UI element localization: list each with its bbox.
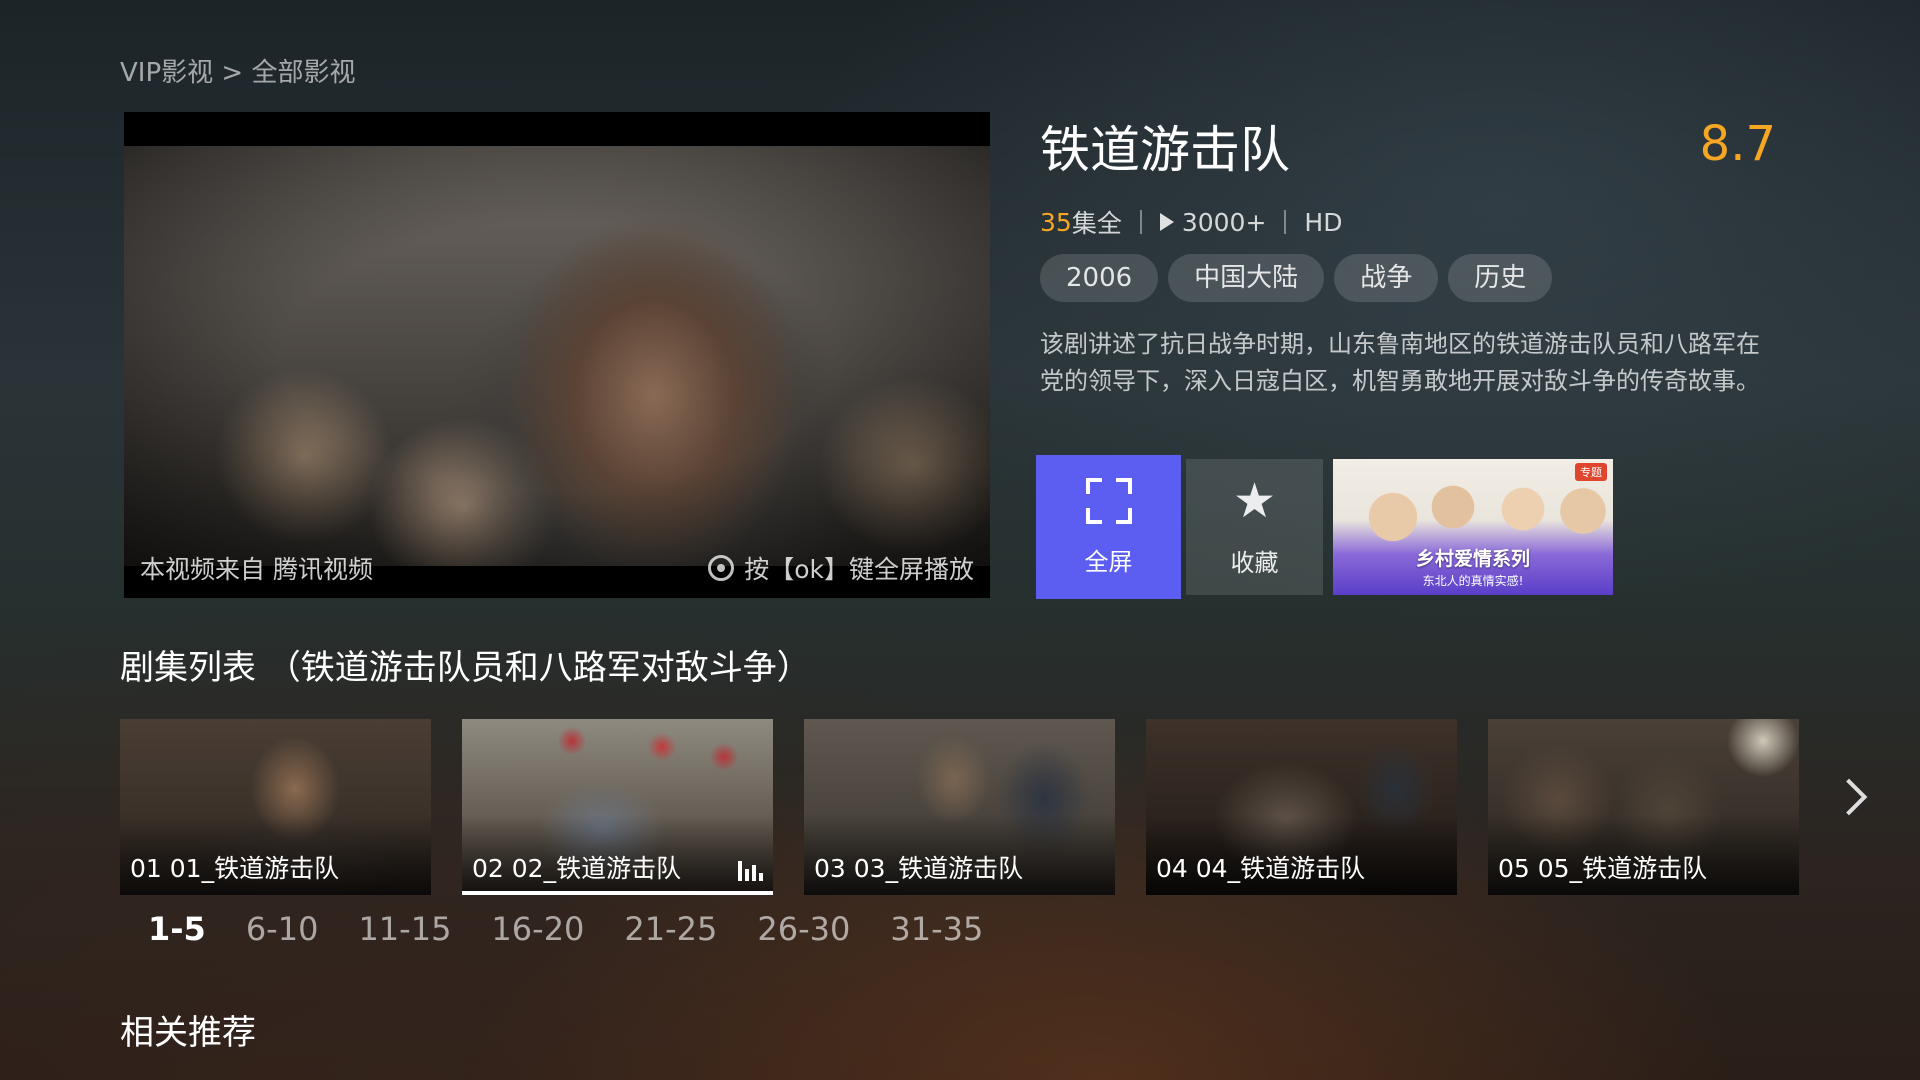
episode-list: 01 01_铁道游击队 02 02_铁道游击队 03 03_铁道游击队 04 0… <box>120 719 1799 895</box>
page-tab[interactable]: 26-30 <box>737 910 870 948</box>
active-underline <box>462 891 773 895</box>
quality-label: HD <box>1304 207 1343 237</box>
promo-badge: 专题 <box>1575 463 1607 481</box>
episode-card[interactable]: 01 01_铁道游击队 <box>120 719 431 895</box>
episode-label: 04 04_铁道游击队 <box>1156 854 1366 883</box>
episode-card[interactable]: 04 04_铁道游击队 <box>1146 719 1457 895</box>
fullscreen-icon <box>1085 477 1132 524</box>
breadcrumb: VIP影视 > 全部影视 <box>120 58 356 88</box>
episode-card[interactable]: 05 05_铁道游击队 <box>1488 719 1799 895</box>
rating-score: 8.7 <box>1699 116 1776 172</box>
fullscreen-label: 全屏 <box>1084 547 1133 576</box>
page-tab[interactable]: 31-35 <box>870 910 1003 948</box>
page-tab[interactable]: 16-20 <box>471 910 604 948</box>
related-title: 相关推荐 <box>120 1013 256 1053</box>
show-meta: 35 集全 3000+ HD <box>1040 204 1342 240</box>
play-count: 3000+ <box>1181 207 1267 237</box>
episode-label: 05 05_铁道游击队 <box>1498 854 1708 883</box>
favorite-label: 收藏 <box>1230 548 1279 577</box>
star-icon: ★ <box>1232 472 1277 529</box>
tag-genre-war: 战争 <box>1334 254 1439 302</box>
show-description: 该剧讲述了抗日战争时期，山东鲁南地区的铁道游击队员和八路军在党的领导下，深入日寇… <box>1040 330 1760 395</box>
promo-banner[interactable]: 专题 乡村爱情系列 东北人的真情实感! <box>1333 459 1613 595</box>
page-tab[interactable]: 6-10 <box>226 910 339 948</box>
tag-genre-history: 历史 <box>1448 254 1553 302</box>
episode-label: 02 02_铁道游击队 <box>472 854 682 883</box>
fullscreen-button[interactable]: 全屏 <box>1036 455 1181 599</box>
favorite-button[interactable]: ★ 收藏 <box>1186 459 1323 595</box>
page-tab[interactable]: 1-5 <box>120 910 226 948</box>
video-player[interactable]: 本视频来自 腾讯视频 按【ok】键全屏播放 <box>124 112 990 598</box>
ok-key-icon <box>708 555 735 581</box>
episode-label: 03 03_铁道游击队 <box>814 854 1024 883</box>
promo-subtitle: 东北人的真情实感! <box>1422 574 1524 588</box>
video-source-text: 本视频来自 腾讯视频 <box>140 555 373 584</box>
episode-card[interactable]: 03 03_铁道游击队 <box>804 719 1115 895</box>
tag-region: 中国大陆 <box>1168 254 1325 302</box>
show-title: 铁道游击队 <box>1040 121 1290 179</box>
chevron-right-icon[interactable] <box>1830 778 1868 816</box>
action-bar: 全屏 ★ 收藏 专题 乡村爱情系列 东北人的真情实感! <box>1036 455 1613 599</box>
now-playing-icon <box>738 861 763 881</box>
promo-title: 乡村爱情系列 <box>1415 548 1530 570</box>
episode-page-tabs: 1-5 6-10 11-15 16-20 21-25 26-30 31-35 <box>120 910 1003 948</box>
fullscreen-hint-text: 按【ok】键全屏播放 <box>744 555 974 584</box>
divider <box>1284 210 1287 234</box>
page-tab[interactable]: 11-15 <box>338 910 471 948</box>
divider <box>1139 210 1142 234</box>
fullscreen-hint: 按【ok】键全屏播放 <box>708 550 974 586</box>
episode-label: 01 01_铁道游击队 <box>130 854 340 883</box>
episode-card[interactable]: 02 02_铁道游击队 <box>462 719 773 895</box>
play-icon <box>1159 213 1174 231</box>
episode-count: 35 <box>1040 207 1072 237</box>
page-tab[interactable]: 21-25 <box>604 910 737 948</box>
episode-list-title: 剧集列表 （铁道游击队员和八路军对敌斗争） <box>120 648 811 688</box>
tag-list: 2006 中国大陆 战争 历史 <box>1040 254 1553 302</box>
tag-year: 2006 <box>1040 254 1159 302</box>
episode-suffix: 集全 <box>1071 209 1122 238</box>
